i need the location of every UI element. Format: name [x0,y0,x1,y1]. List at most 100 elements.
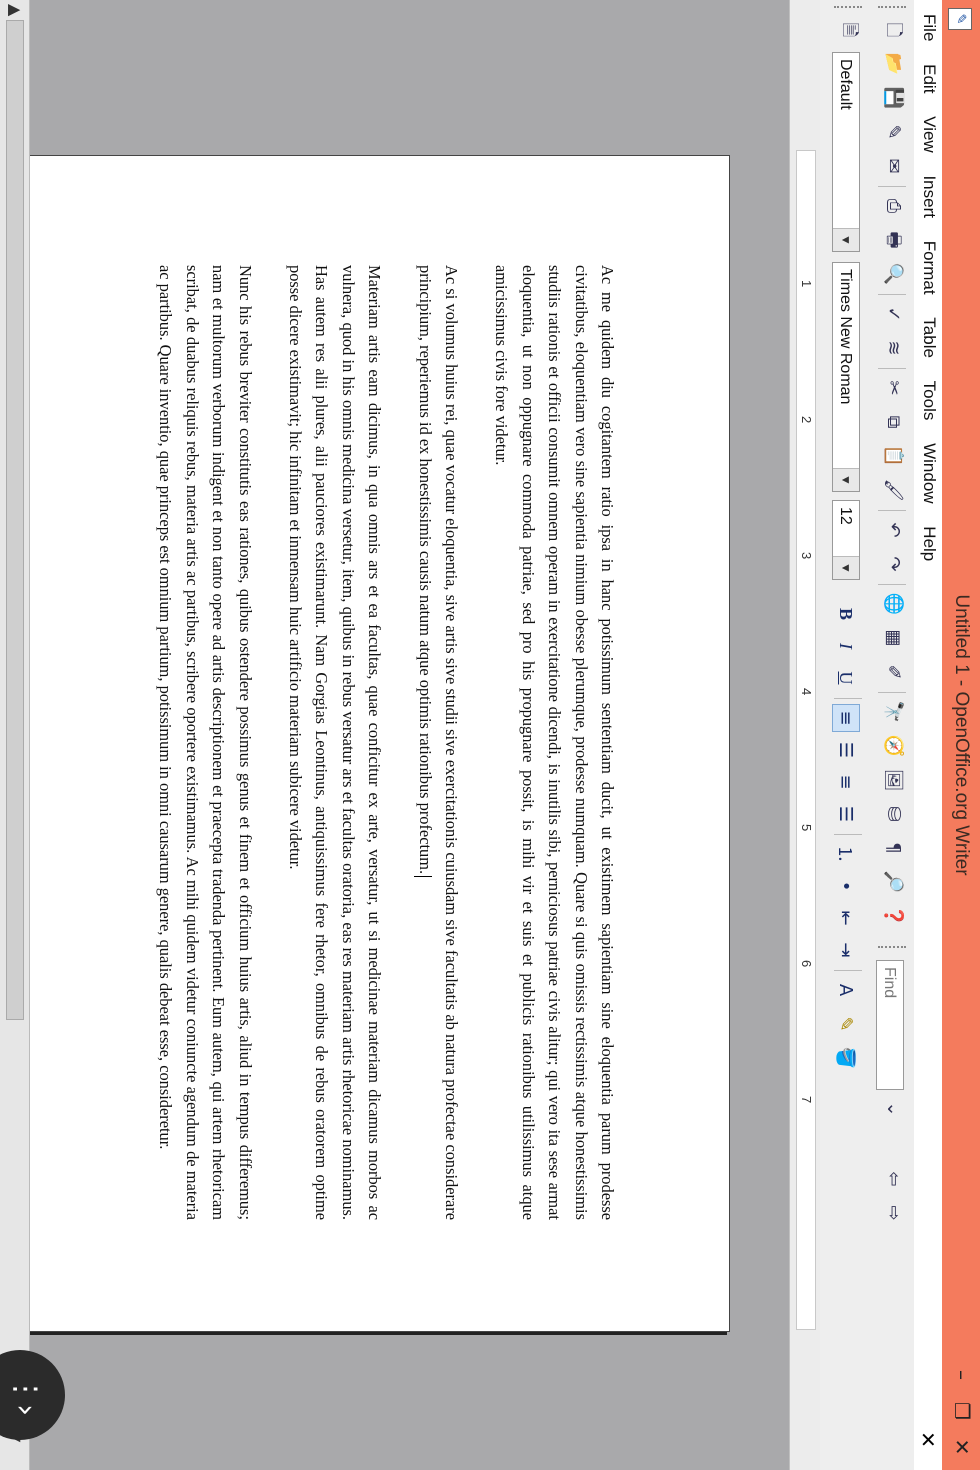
increase-indent-icon[interactable]: ⇥ [832,936,860,964]
bold-button[interactable]: B [832,600,860,628]
close-window-button[interactable]: ✕ [948,1432,976,1462]
toolbar-separator [834,834,862,835]
paragraph[interactable]: Nunc his rebus breviter constitutis eas … [152,265,258,1220]
gallery-icon[interactable]: 🖼 [878,766,908,794]
open-folder-icon[interactable]: 📂 [878,50,908,78]
background-color-icon[interactable]: 🪣 [832,1044,860,1072]
toolbar-separator [878,692,906,693]
paste-icon[interactable]: 📋 [878,442,908,470]
save-icon[interactable]: 💾 [878,84,908,112]
toolbar-grip[interactable] [834,6,862,11]
toolbar-separator [834,970,862,971]
show-draw-functions-icon[interactable]: ✐ [878,658,908,686]
menu-format[interactable]: Format [916,237,942,299]
chevron-down-icon[interactable]: ▼ [833,468,859,491]
chevron-down-icon[interactable]: ▼ [833,556,859,579]
toolbar-separator [834,698,862,699]
scroll-up-icon[interactable]: ▲ [6,4,25,16]
font-color-icon[interactable]: A [832,976,860,1004]
scrollbar[interactable]: ▲ ▼ [0,0,30,1470]
find-next-icon[interactable]: ⇨ [878,1199,908,1227]
restore-button[interactable]: ❐ [948,1396,976,1426]
scrollbar-thumb[interactable] [6,20,24,1020]
ruler-number: 7 [799,1096,814,1104]
paragraph[interactable]: Materiam artis eam dicimus, in qua omnis… [282,265,388,1220]
menu-view[interactable]: View [916,112,942,157]
decrease-indent-icon[interactable]: ⇤ [832,904,860,932]
new-document-icon[interactable]: 🗋 [878,16,908,44]
justify-button[interactable]: ☰ [832,800,860,828]
table-icon[interactable]: ▦ [878,624,908,652]
title-bar: ✎ Untitled 1 - OpenOffice.org Writer – ❐… [942,0,980,1470]
find-previous-icon[interactable]: ⇦ [878,1165,908,1193]
zoom-icon[interactable]: 🔎 [878,868,908,896]
export-pdf-icon[interactable]: ⎙ [878,192,908,220]
cut-icon[interactable]: ✂ [878,374,908,402]
document-body[interactable]: Ac me quidem diu cogitantem ratio ipsa i… [128,265,620,1220]
styles-formatting-icon[interactable]: 🗎 [834,16,864,44]
redo-icon[interactable]: ↷ [878,550,908,578]
paragraph[interactable]: Ac me quidem diu cogitantem ratio ipsa i… [488,265,620,1220]
window-title: Untitled 1 - OpenOffice.org Writer [951,594,972,876]
align-left-button[interactable]: ≡ [832,704,860,732]
hyperlink-icon[interactable]: 🌐 [878,590,908,618]
find-replace-icon[interactable]: 🔭 [878,698,908,726]
font-size-select[interactable]: 12 ▼ [832,500,860,580]
page-preview-icon[interactable]: 🔍 [878,260,908,288]
toolbar-grip[interactable] [878,946,906,951]
standard-toolbar: 🗋 📂 💾 ✎ ✉ ⎙ 🖶 🔍 ✓ ≋ ✂ ⧉ 📋 🖌 ↶ ↷ 🌐 ▦ ✐ 🔭 … [869,0,914,1470]
menu-tools[interactable]: Tools [916,377,942,425]
toolbar-separator [878,584,906,585]
minimize-button[interactable]: – [948,1360,976,1390]
toolbar-separator [878,294,906,295]
find-input[interactable]: Find [876,960,904,1090]
horizontal-ruler[interactable]: 1 2 3 4 5 6 7 [789,0,820,1470]
ruler-number: 2 [799,416,814,424]
ruler-track[interactable] [796,150,816,1330]
ruler-number: 1 [799,280,814,288]
paragraph-style-value: Default [837,59,854,110]
undo-icon[interactable]: ↶ [878,516,908,544]
clone-formatting-icon[interactable]: 🖌 [878,476,908,504]
font-name-value: Times New Roman [837,269,854,405]
menu-window[interactable]: Window [916,439,942,507]
edit-file-icon[interactable]: ✎ [878,118,908,146]
align-center-button[interactable]: ☰ [832,736,860,764]
font-name-select[interactable]: Times New Roman ▼ [832,262,860,492]
copy-icon[interactable]: ⧉ [878,408,908,436]
highlighting-icon[interactable]: ✎ [832,1010,860,1038]
menu-bar: File Edit View Insert Format Table Tools… [914,0,942,1470]
close-document-button[interactable]: ✕ [915,1431,940,1448]
toolbar-grip[interactable] [878,6,906,11]
data-sources-icon[interactable]: ⛁ [878,800,908,828]
paragraph-text[interactable]: Ac si volumus huius rei, quae vocatur el… [416,265,461,1220]
find-dropdown-icon[interactable]: ⌄ [878,1095,908,1123]
spellcheck-icon[interactable]: ✓ [878,300,908,328]
email-document-icon[interactable]: ✉ [878,152,908,180]
paragraph[interactable]: Ac si volumus huius rei, quae vocatur el… [411,265,464,1220]
autospellcheck-icon[interactable]: ≋ [878,334,908,362]
numbering-icon[interactable]: ⒈ [832,840,860,868]
floating-menu-button[interactable]: ⋮› [0,1350,65,1440]
toolbar-separator [878,368,906,369]
menu-help[interactable]: Help [916,522,942,565]
ruler-number: 6 [799,960,814,968]
paragraph-style-select[interactable]: Default ▼ [832,52,860,252]
writer-window: ✎ Untitled 1 - OpenOffice.org Writer – ❐… [0,0,980,1470]
navigator-icon[interactable]: 🧭 [878,732,908,760]
help-icon[interactable]: ❓ [878,902,908,930]
bullets-icon[interactable]: • [832,872,860,900]
menu-edit[interactable]: Edit [916,60,942,97]
nonprinting-characters-icon[interactable]: ¶ [878,834,908,862]
underline-button[interactable]: U [832,664,860,692]
menu-table[interactable]: Table [916,313,942,362]
italic-button[interactable]: I [832,632,860,660]
align-right-button[interactable]: ≡ [832,768,860,796]
print-icon[interactable]: 🖶 [878,226,908,254]
formatting-toolbar: 🗎 Default ▼ Times New Roman ▼ 12 ▼ B I U… [819,0,870,1470]
ruler-number: 3 [799,552,814,560]
text-cursor [414,876,433,878]
menu-insert[interactable]: Insert [916,171,942,222]
menu-file[interactable]: File [916,10,942,45]
chevron-down-icon[interactable]: ▼ [833,228,859,251]
